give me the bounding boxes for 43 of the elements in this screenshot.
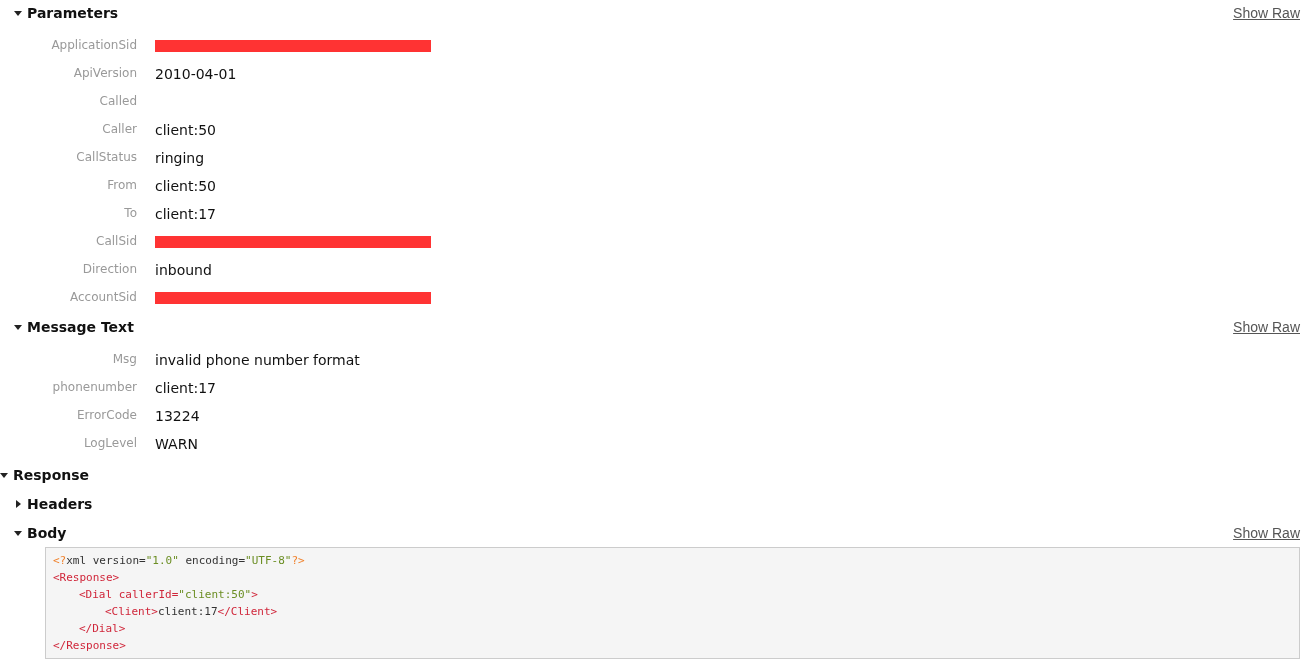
field-label: ApiVersion xyxy=(72,65,137,82)
section-title[interactable]: Parameters xyxy=(27,5,119,21)
field-value: client:50 xyxy=(155,178,216,194)
field-label: AccountSid xyxy=(68,289,137,306)
field-value: client:17 xyxy=(155,380,216,396)
section-title[interactable]: Response xyxy=(13,467,90,483)
field-label: Caller xyxy=(101,121,137,138)
code-line: </Dial> xyxy=(79,621,126,637)
section-title[interactable]: Body xyxy=(27,525,67,541)
field-label: phonenumber xyxy=(51,379,137,396)
caret-down-icon[interactable] xyxy=(0,471,8,479)
field-value: client:50 xyxy=(155,122,216,138)
field-value: ringing xyxy=(155,150,205,166)
field-label: CallStatus xyxy=(75,149,137,166)
field-label: Called xyxy=(98,93,137,110)
show-raw-link[interactable]: Show Raw xyxy=(1233,525,1300,541)
field-label: LogLevel xyxy=(82,435,137,452)
code-line: <Response> xyxy=(53,570,120,586)
show-raw-link[interactable]: Show Raw xyxy=(1233,5,1300,21)
field-label: From xyxy=(106,177,137,194)
field-value: 2010-04-01 xyxy=(155,66,237,82)
caret-down-icon[interactable] xyxy=(14,9,22,17)
field-label: Msg xyxy=(111,351,137,368)
field-label: CallSid xyxy=(95,233,137,250)
code-line: <Client>client:17</Client> xyxy=(105,604,278,620)
field-value: invalid phone number format xyxy=(155,352,360,368)
caret-down-icon[interactable] xyxy=(14,529,22,537)
caret-right-icon[interactable] xyxy=(14,500,22,508)
field-label: ErrorCode xyxy=(76,407,137,424)
field-value: inbound xyxy=(155,262,212,278)
field-label: Direction xyxy=(81,261,137,278)
code-line: <Dial callerId="client:50"> xyxy=(79,587,258,603)
field-value: client:17 xyxy=(155,206,216,222)
code-line: <?xml version="1.0" encoding="UTF-8"?> xyxy=(53,553,305,569)
field-value: WARN xyxy=(155,436,198,452)
section-title[interactable]: Headers xyxy=(27,496,93,512)
field-label: To xyxy=(123,205,137,222)
show-raw-link[interactable]: Show Raw xyxy=(1233,319,1300,335)
section-title[interactable]: Message Text xyxy=(27,319,134,335)
caret-down-icon[interactable] xyxy=(14,323,22,331)
field-value: 13224 xyxy=(155,408,200,424)
code-line: </Response> xyxy=(53,638,126,654)
field-label: ApplicationSid xyxy=(50,37,137,54)
